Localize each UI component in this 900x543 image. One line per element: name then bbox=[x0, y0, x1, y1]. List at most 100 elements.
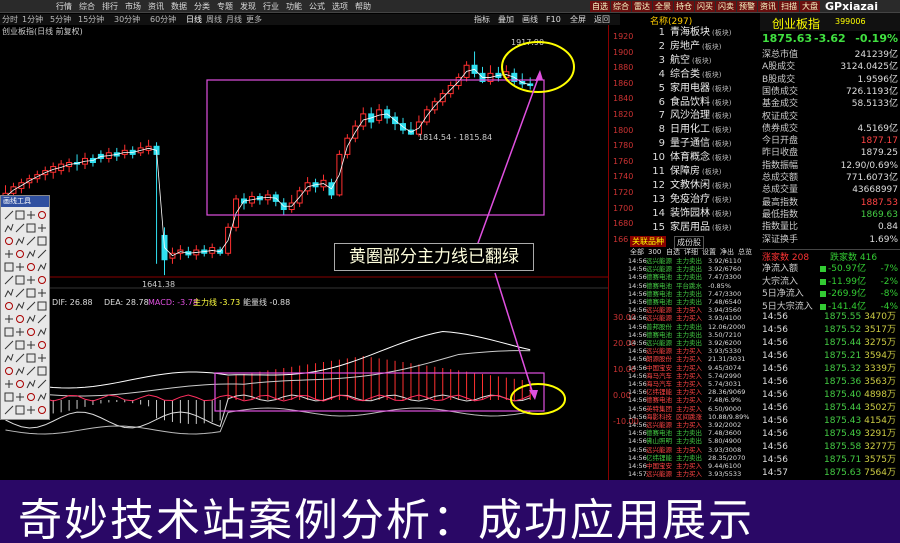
sector-item[interactable]: 4 综合类 (板块) bbox=[648, 68, 760, 82]
draw-tool-icon[interactable] bbox=[15, 223, 25, 233]
sector-item[interactable]: 1 青海板块 (板块) bbox=[648, 26, 760, 40]
sector-list[interactable]: 名称(297) 1 青海板块 (板块) 2 房地产 (板块) 3 航空 (板块) 4 综合类 (板块)… bbox=[648, 13, 760, 235]
draw-tool-icon[interactable] bbox=[38, 276, 46, 284]
draw-tool-icon[interactable] bbox=[15, 301, 25, 311]
draw-tool-icon[interactable] bbox=[4, 340, 14, 350]
timeframe-6[interactable]: 日线 bbox=[186, 14, 202, 25]
draw-tool-icon[interactable] bbox=[38, 224, 46, 232]
draw-tool-icon[interactable] bbox=[37, 314, 47, 324]
draw-tool-icon[interactable] bbox=[15, 366, 25, 376]
chart-btn-5[interactable]: 返回 bbox=[594, 14, 610, 25]
draw-tool-icon[interactable] bbox=[5, 315, 13, 323]
timeframe-1[interactable]: 1分钟 bbox=[22, 14, 43, 25]
menu-item-11[interactable]: 公式 bbox=[309, 0, 325, 13]
chart-btn-3[interactable]: F10 bbox=[546, 14, 561, 25]
menu-item-5[interactable]: 数据 bbox=[171, 0, 187, 13]
sub-tab-6[interactable]: 总览 bbox=[738, 247, 752, 257]
sector-item[interactable]: 6 食品饮料 (板块) bbox=[648, 96, 760, 110]
right-tab-6[interactable]: 闪卖 bbox=[716, 1, 736, 12]
menu-item-7[interactable]: 专题 bbox=[217, 0, 233, 13]
draw-tool-icon[interactable] bbox=[16, 393, 24, 401]
tool-icons[interactable] bbox=[1, 207, 49, 419]
draw-tool-icon[interactable] bbox=[26, 379, 36, 389]
draw-tool-icon[interactable] bbox=[16, 328, 24, 336]
draw-tool-icon[interactable] bbox=[4, 262, 14, 272]
sub-tab-1[interactable]: 300 bbox=[648, 247, 661, 257]
draw-tool-icon[interactable] bbox=[15, 236, 25, 246]
sector-item[interactable]: 2 房地产 (板块) bbox=[648, 40, 760, 54]
draw-tool-icon[interactable] bbox=[26, 353, 36, 363]
draw-tool-icon[interactable] bbox=[37, 379, 47, 389]
draw-tool-icon[interactable] bbox=[4, 327, 14, 337]
timeframe-5[interactable]: 60分钟 bbox=[150, 14, 176, 25]
draw-tool-icon[interactable] bbox=[5, 250, 13, 258]
right-tab-4[interactable]: 持仓 bbox=[674, 1, 694, 12]
draw-tool-icon[interactable] bbox=[27, 263, 35, 271]
right-tab-1[interactable]: 综合 bbox=[611, 1, 631, 12]
sub-tab-5[interactable]: 净出 bbox=[720, 247, 734, 257]
menu-item-2[interactable]: 排行 bbox=[102, 0, 118, 13]
draw-tool-icon[interactable] bbox=[15, 275, 25, 285]
menu-item-3[interactable]: 市场 bbox=[125, 0, 141, 13]
draw-tool-icon[interactable] bbox=[16, 263, 24, 271]
sector-item[interactable]: 5 家用电器 (板块) bbox=[648, 82, 760, 96]
draw-tool-icon[interactable] bbox=[4, 210, 14, 220]
sector-item[interactable]: 10 体育概念 (板块) bbox=[648, 151, 760, 165]
sector-item[interactable]: 12 文教休闲 (板块) bbox=[648, 179, 760, 193]
tab-related[interactable]: 关联品种 bbox=[630, 236, 666, 247]
draw-tool-icon[interactable] bbox=[4, 275, 14, 285]
chart-btn-2[interactable]: 画线 bbox=[522, 14, 538, 25]
draw-tool-icon[interactable] bbox=[27, 211, 35, 219]
menu-item-6[interactable]: 分类 bbox=[194, 0, 210, 13]
draw-tool-icon[interactable] bbox=[5, 380, 13, 388]
draw-tool-icon[interactable] bbox=[26, 366, 36, 376]
draw-tool-icon[interactable] bbox=[16, 380, 24, 388]
draw-tool-icon[interactable] bbox=[4, 392, 14, 402]
draw-tool-icon[interactable] bbox=[37, 262, 47, 272]
sector-item[interactable]: 11 保障房 (板块) bbox=[648, 165, 760, 179]
menu-item-8[interactable]: 发现 bbox=[240, 0, 256, 13]
draw-tool-icon[interactable] bbox=[26, 236, 36, 246]
draw-tool-icon[interactable] bbox=[27, 328, 35, 336]
draw-tool-icon[interactable] bbox=[38, 289, 46, 297]
draw-tool-icon[interactable] bbox=[15, 288, 25, 298]
timeframe-3[interactable]: 15分钟 bbox=[78, 14, 104, 25]
draw-tool-icon[interactable] bbox=[4, 405, 14, 415]
draw-tool-icon[interactable] bbox=[38, 211, 46, 219]
draw-tool-icon[interactable] bbox=[15, 405, 25, 415]
draw-tool-icon[interactable] bbox=[15, 353, 25, 363]
sub-tab-2[interactable]: 自选 bbox=[666, 247, 680, 257]
draw-tool-icon[interactable] bbox=[27, 406, 35, 414]
timeframe-7[interactable]: 周线 bbox=[206, 14, 222, 25]
chart-btn-4[interactable]: 全屏 bbox=[570, 14, 586, 25]
draw-tool-icon[interactable] bbox=[38, 406, 46, 414]
menu-item-10[interactable]: 功能 bbox=[286, 0, 302, 13]
sector-item[interactable]: 3 航空 (板块) bbox=[648, 54, 760, 68]
draw-tool-icon[interactable] bbox=[26, 249, 36, 259]
chart-btn-1[interactable]: 叠加 bbox=[498, 14, 514, 25]
timeframe-4[interactable]: 30分钟 bbox=[114, 14, 140, 25]
draw-tool-icon[interactable] bbox=[5, 302, 13, 310]
menu-item-9[interactable]: 行业 bbox=[263, 0, 279, 13]
sector-item[interactable]: 8 日用化工 (板块) bbox=[648, 123, 760, 137]
draw-tool-icon[interactable] bbox=[37, 301, 47, 311]
draw-tool-icon[interactable] bbox=[38, 354, 46, 362]
chart-btn-0[interactable]: 指标 bbox=[474, 14, 490, 25]
draw-tool-icon[interactable] bbox=[5, 367, 13, 375]
draw-tool-icon[interactable] bbox=[37, 249, 47, 259]
draw-tool-icon[interactable] bbox=[15, 340, 25, 350]
menu-item-0[interactable]: 行情 bbox=[56, 0, 72, 13]
right-tab-3[interactable]: 全景 bbox=[653, 1, 673, 12]
sector-item[interactable]: 15 家居用品 (板块) bbox=[648, 221, 760, 235]
draw-tool-icon[interactable] bbox=[27, 341, 35, 349]
draw-tool-icon[interactable] bbox=[4, 353, 14, 363]
right-tab-2[interactable]: 雷达 bbox=[632, 1, 652, 12]
draw-tool-icon[interactable] bbox=[37, 366, 47, 376]
timeframe-9[interactable]: 更多 bbox=[246, 14, 262, 25]
right-tab-0[interactable]: 自选 bbox=[590, 1, 610, 12]
timeframe-2[interactable]: 5分钟 bbox=[50, 14, 71, 25]
right-tab-5[interactable]: 闪买 bbox=[695, 1, 715, 12]
drawing-tools-panel[interactable]: 画线工具 bbox=[0, 195, 50, 420]
draw-tool-icon[interactable] bbox=[27, 393, 35, 401]
right-tab-8[interactable]: 资讯 bbox=[758, 1, 778, 12]
